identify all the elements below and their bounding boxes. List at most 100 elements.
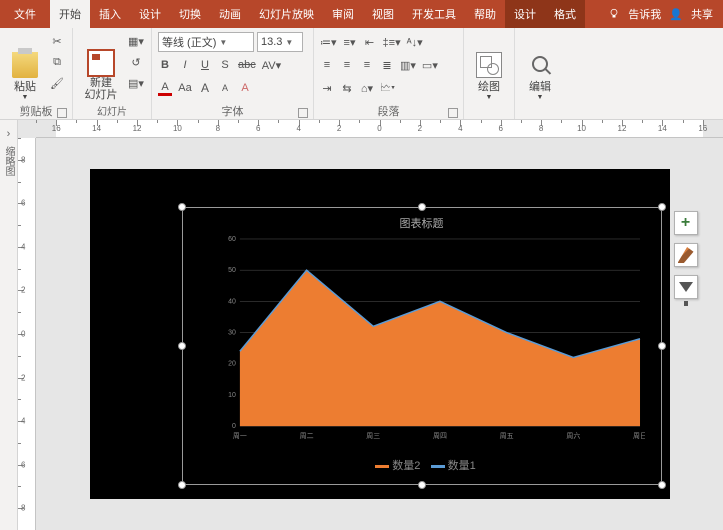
tab-transitions[interactable]: 切换 xyxy=(170,0,210,28)
handle-tl[interactable] xyxy=(178,203,186,211)
font-size-combo[interactable]: 13.3▼ xyxy=(257,32,303,52)
chart-legend: 数量2 数量1 xyxy=(188,457,656,473)
convert-button[interactable]: 🗠▾ xyxy=(380,79,395,98)
tab-developer[interactable]: 开发工具 xyxy=(403,0,465,28)
editing-label: 编辑 xyxy=(529,78,551,94)
bullets-button[interactable]: ≔▾ xyxy=(320,36,337,49)
copy-button[interactable]: ⧉ xyxy=(48,53,66,71)
group-label-paragraph: 段落 xyxy=(320,103,457,119)
group-label-clipboard: 剪贴板 xyxy=(6,103,66,119)
group-label-drawing xyxy=(470,103,508,119)
chart-area: 图表标题 0102030405060周一周二周三周四周五周六周日 数量2 数量1 xyxy=(188,213,656,479)
legend-swatch-line xyxy=(431,465,445,468)
shadow-button[interactable]: S xyxy=(218,59,232,71)
handle-bl[interactable] xyxy=(178,481,186,489)
tab-review[interactable]: 审阅 xyxy=(323,0,363,28)
align-right-button[interactable]: ≡ xyxy=(360,59,374,71)
editing-button[interactable]: 编辑 ▼ xyxy=(521,30,559,103)
align-text-button[interactable]: ▭▾ xyxy=(422,59,438,72)
tab-file[interactable]: 文件 xyxy=(0,0,50,28)
change-case-button[interactable]: Aa xyxy=(178,82,192,94)
slide[interactable]: 图表标题 0102030405060周一周二周三周四周五周六周日 数量2 数量1… xyxy=(90,169,670,499)
funnel-icon xyxy=(679,282,693,292)
handle-br[interactable] xyxy=(658,481,666,489)
tab-design[interactable]: 设计 xyxy=(130,0,170,28)
char-spacing-button[interactable]: AV▾ xyxy=(262,59,281,72)
paste-button[interactable]: 粘贴 ▼ xyxy=(6,30,44,103)
svg-text:40: 40 xyxy=(228,298,236,305)
svg-text:周五: 周五 xyxy=(499,432,513,440)
underline-button[interactable]: U xyxy=(198,59,212,71)
share-icon: 👤 xyxy=(669,8,683,21)
line-spacing-button[interactable]: ‡≡▾ xyxy=(383,36,401,49)
share-button[interactable]: 共享 xyxy=(691,6,713,22)
handle-ml[interactable] xyxy=(178,342,186,350)
tab-home[interactable]: 开始 xyxy=(50,0,90,28)
section-button[interactable]: ▤▾ xyxy=(127,74,145,92)
drawing-button[interactable]: 绘图 ▼ xyxy=(470,30,508,103)
shrink-font-button[interactable]: A xyxy=(218,83,232,93)
list-level-button[interactable]: ⇆ xyxy=(340,82,354,95)
font-name-combo[interactable]: 等线 (正文)▼ xyxy=(158,32,254,52)
numbering-button[interactable]: ≡▾ xyxy=(343,36,357,49)
bold-button[interactable]: B xyxy=(158,59,172,71)
chart-styles-button[interactable] xyxy=(674,243,698,267)
tab-chart-design[interactable]: 设计 xyxy=(505,0,545,28)
tab-animations[interactable]: 动画 xyxy=(210,0,250,28)
align-left-button[interactable]: ≡ xyxy=(320,59,334,71)
group-label-editing xyxy=(521,103,559,119)
group-clipboard: 粘贴 ▼ ✂ ⧉ 🖌 剪贴板 xyxy=(0,28,73,119)
cut-button[interactable]: ✂ xyxy=(48,32,66,50)
tab-view[interactable]: 视图 xyxy=(363,0,403,28)
text-direction-button[interactable]: ᴬ↓▾ xyxy=(407,36,423,49)
clipboard-launcher[interactable] xyxy=(57,108,67,118)
smartart-button[interactable]: ⌂▾ xyxy=(360,82,374,95)
thumbnail-pane-toggle[interactable]: ›缩略图 xyxy=(0,120,18,530)
tab-insert[interactable]: 插入 xyxy=(90,0,130,28)
group-label-font: 字体 xyxy=(158,103,307,119)
handle-bm[interactable] xyxy=(418,481,426,489)
horizontal-ruler: 1614121086420246810121416 xyxy=(36,120,723,138)
chart-title[interactable]: 图表标题 xyxy=(188,213,656,233)
svg-text:0: 0 xyxy=(232,423,236,430)
chart-side-buttons: + xyxy=(674,211,698,299)
tab-help[interactable]: 帮助 xyxy=(465,0,505,28)
columns-button[interactable]: ▥▾ xyxy=(400,59,416,72)
format-painter-button[interactable]: 🖌 xyxy=(48,74,66,92)
handle-tr[interactable] xyxy=(658,203,666,211)
align-center-button[interactable]: ≡ xyxy=(340,59,354,71)
group-font: 等线 (正文)▼ 13.3▼ B I U S abc AV▾ A Aa A A … xyxy=(152,28,314,119)
tab-format[interactable]: 格式 xyxy=(545,0,585,28)
chart-object[interactable]: 图表标题 0102030405060周一周二周三周四周五周六周日 数量2 数量1… xyxy=(182,207,662,485)
strike-button[interactable]: abc xyxy=(238,59,256,71)
justify-button[interactable]: ≣ xyxy=(380,59,394,72)
handle-tm[interactable] xyxy=(418,203,426,211)
clear-format-button[interactable]: A xyxy=(238,82,252,94)
reset-button[interactable]: ↺ xyxy=(127,53,145,71)
italic-button[interactable]: I xyxy=(178,59,192,71)
lightbulb-icon xyxy=(608,7,620,22)
font-launcher[interactable] xyxy=(298,108,308,118)
svg-text:周三: 周三 xyxy=(366,432,380,440)
svg-text:50: 50 xyxy=(228,267,236,274)
handle-mr[interactable] xyxy=(658,342,666,350)
indent-inc-button[interactable]: ⇥ xyxy=(320,82,334,95)
slide-canvas[interactable]: 图表标题 0102030405060周一周二周三周四周五周六周日 数量2 数量1… xyxy=(36,138,723,530)
tab-slideshow[interactable]: 幻灯片放映 xyxy=(250,0,323,28)
ribbon: 粘贴 ▼ ✂ ⧉ 🖌 剪贴板 新建 幻灯片 ▦▾ ↺ ▤▾ 幻灯片 xyxy=(0,28,723,120)
indent-dec-button[interactable]: ⇤ xyxy=(363,36,377,49)
chart-elements-button[interactable]: + xyxy=(674,211,698,235)
layout-button[interactable]: ▦▾ xyxy=(127,32,145,50)
legend-label-2: 数量1 xyxy=(448,460,476,472)
grow-font-button[interactable]: A xyxy=(198,81,212,95)
svg-text:30: 30 xyxy=(228,330,236,337)
search-icon xyxy=(532,56,548,72)
chart-plot: 0102030405060周一周二周三周四周五周六周日 xyxy=(218,235,646,444)
font-color-button[interactable]: A xyxy=(158,81,172,96)
paragraph-launcher[interactable] xyxy=(448,108,458,118)
tell-me[interactable]: 告诉我 xyxy=(628,6,661,22)
new-slide-button[interactable]: 新建 幻灯片 xyxy=(79,30,123,103)
new-slide-icon xyxy=(87,49,115,77)
chart-filters-button[interactable] xyxy=(674,275,698,299)
new-slide-label: 新建 幻灯片 xyxy=(85,77,118,101)
